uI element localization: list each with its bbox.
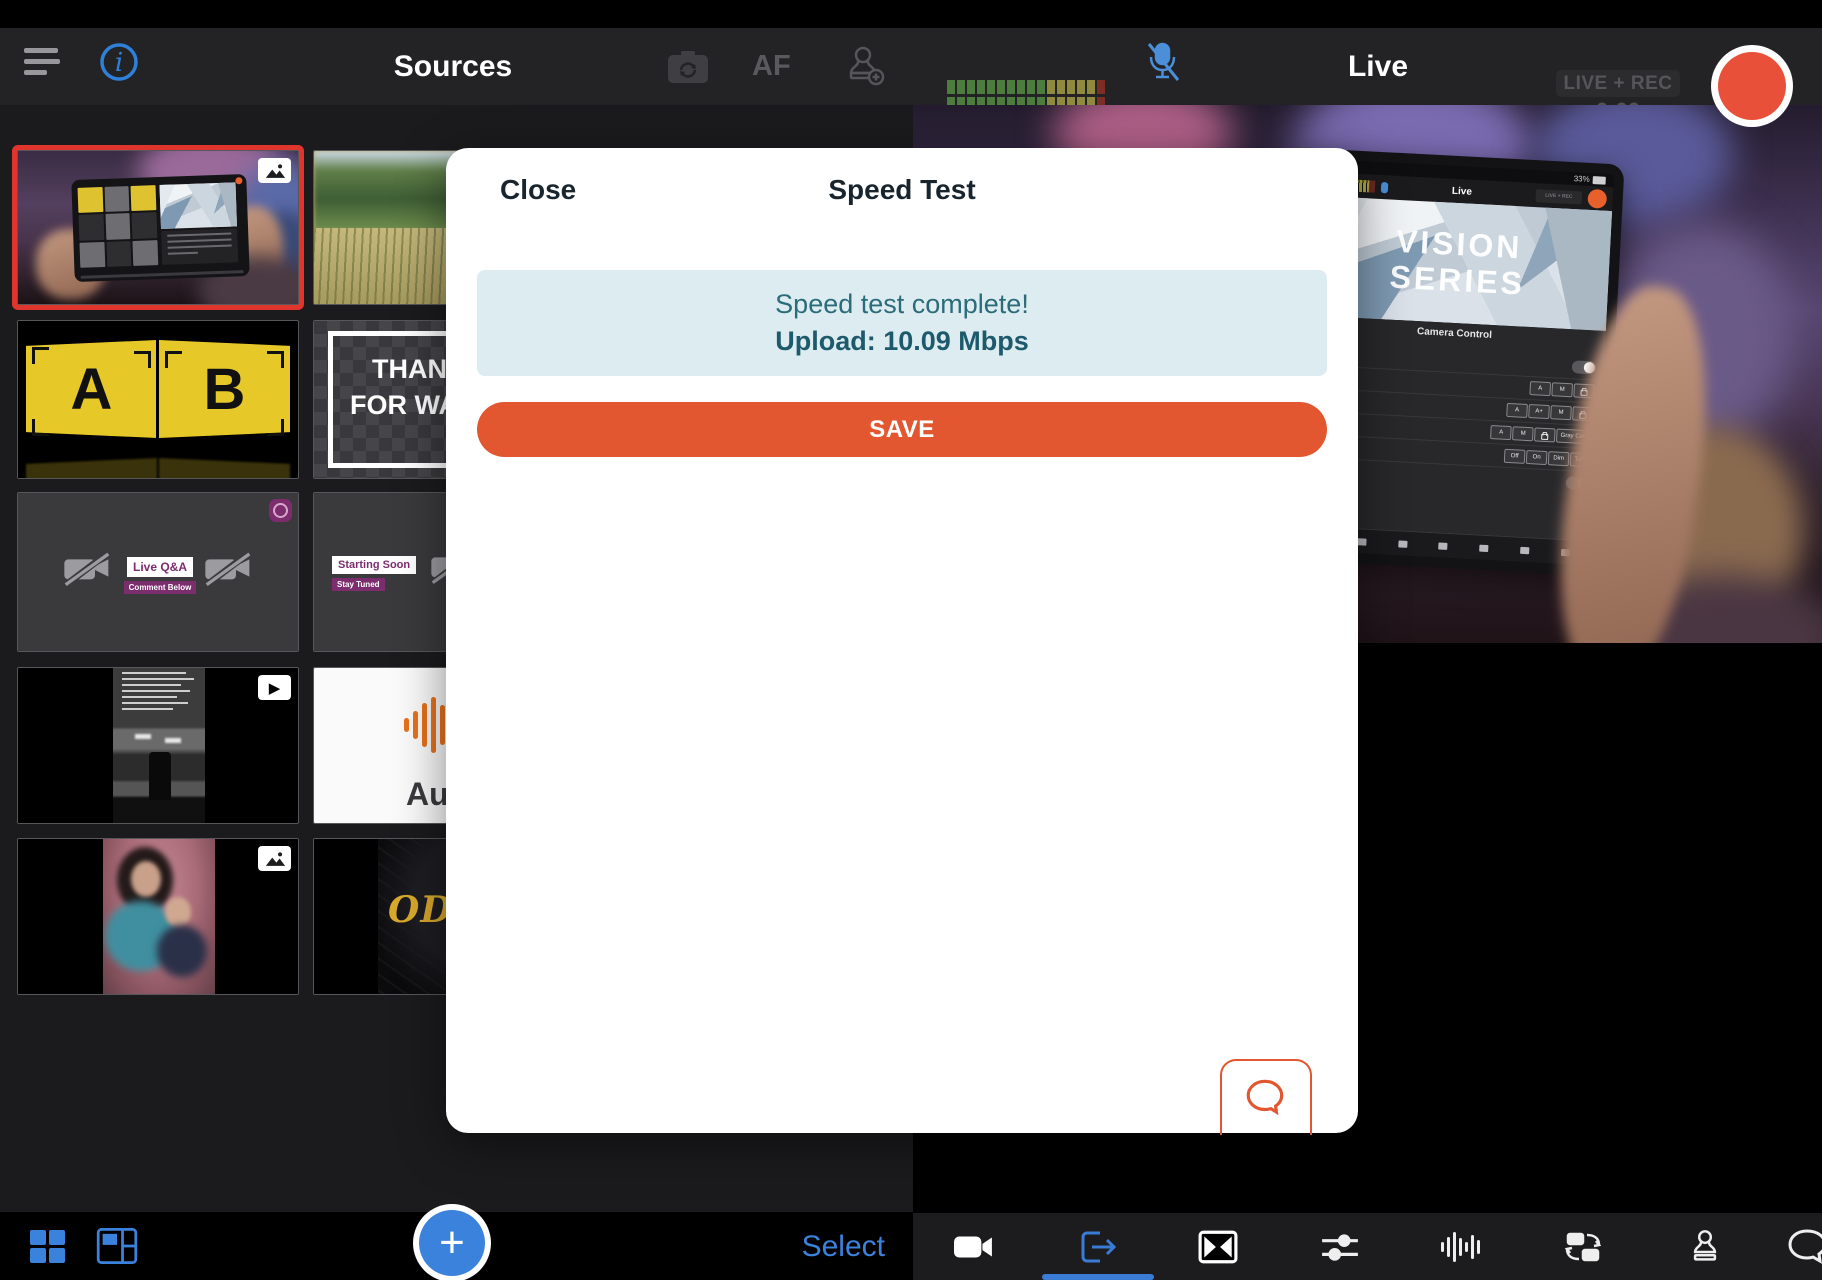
live-rec-badge: LIVE + REC: [1556, 70, 1680, 97]
tablet-scene-art: [18, 151, 298, 304]
starting-subtitle: Stay Tuned: [332, 578, 385, 591]
app-screen: i Sources AF Live LIVE + REC 0:00: [0, 0, 1822, 1280]
sync-badge-icon: [269, 499, 292, 522]
output-tab-icon[interactable]: [1058, 1213, 1138, 1280]
vision-line2: SERIES: [1388, 258, 1526, 302]
sources-title: Sources: [393, 49, 513, 83]
play-badge-icon: ▶: [258, 675, 291, 700]
cc-button[interactable]: A+: [1528, 404, 1550, 420]
tablet-record-dot: [1587, 188, 1608, 209]
cc-button[interactable]: On: [1525, 449, 1548, 466]
result-line1: Speed test complete!: [775, 289, 1029, 319]
transition-tab-icon[interactable]: [1178, 1213, 1258, 1280]
info-icon[interactable]: i: [98, 41, 140, 88]
cc-button[interactable]: A: [1506, 402, 1528, 418]
audio-tab-icon[interactable]: [1420, 1213, 1500, 1280]
add-source-button[interactable]: +: [413, 1204, 491, 1280]
comments-tab-icon[interactable]: [1779, 1213, 1822, 1280]
output-toolbar: [913, 1213, 1822, 1280]
camera-off-icon: [62, 550, 111, 594]
source-thumb-tablet-scene[interactable]: [17, 150, 299, 305]
active-tab-indicator: [1042, 1274, 1154, 1280]
letter-b: B: [203, 356, 246, 422]
image-badge-icon: [258, 158, 291, 183]
adjustments-tab-icon[interactable]: [1300, 1213, 1380, 1280]
camera-tab-icon[interactable]: [934, 1213, 1014, 1280]
speed-test-modal: Close Speed Test Speed test complete! Up…: [446, 148, 1358, 1135]
tablet-battery-icon: [1592, 175, 1606, 185]
portrait-art: [18, 839, 298, 994]
record-button[interactable]: [1711, 45, 1793, 127]
bw-art: [18, 668, 298, 823]
source-thumb-ab[interactable]: A B: [17, 320, 299, 479]
cc-button[interactable]: A: [1490, 425, 1513, 441]
stamp-tab-icon[interactable]: [1665, 1213, 1745, 1280]
live-title: Live: [1347, 49, 1409, 83]
chat-bubble-button[interactable]: [1220, 1059, 1312, 1135]
tablet-battery-label: 33%: [1573, 174, 1590, 184]
source-thumb-live-qa[interactable]: Live Q&A Comment Below: [17, 492, 299, 652]
tablet-live-badge: LIVE + REC: [1535, 188, 1583, 205]
tablet-live-label: Live: [1451, 185, 1473, 198]
cc-button[interactable]: M: [1550, 405, 1572, 421]
cc-button[interactable]: Off: [1503, 448, 1526, 464]
source-thumb-bw-video[interactable]: ▶: [17, 667, 299, 824]
letter-a: A: [70, 356, 113, 422]
stamp-add-icon[interactable]: [842, 44, 888, 95]
mic-muted-icon[interactable]: [1143, 41, 1183, 90]
grid-view-icon[interactable]: [28, 1228, 68, 1269]
result-line2: Upload: 10.09 Mbps: [775, 326, 1029, 356]
cc-button[interactable]: A: [1529, 381, 1552, 397]
switch-camera-tab-icon[interactable]: [1543, 1213, 1623, 1280]
qa-subtitle: Comment Below: [123, 581, 197, 594]
camera-off-icon: [203, 550, 252, 594]
source-thumb-portrait[interactable]: [17, 838, 299, 995]
multiview-layout-icon[interactable]: [96, 1227, 138, 1270]
ab-art: A B: [18, 321, 298, 478]
svg-text:i: i: [115, 48, 123, 78]
image-badge-icon: [258, 846, 291, 871]
save-button[interactable]: SAVE: [477, 402, 1327, 457]
cc-button[interactable]: M: [1551, 382, 1574, 398]
chat-bubble-icon: [1246, 1079, 1284, 1116]
modal-title: Speed Test: [828, 174, 976, 205]
speed-test-result: Speed test complete! Upload: 10.09 Mbps: [477, 270, 1327, 376]
tablet-mic-icon: [1380, 181, 1389, 193]
camera-flip-icon[interactable]: [666, 48, 710, 91]
qa-art: Live Q&A Comment Below: [18, 493, 298, 651]
cc-lock-button[interactable]: [1534, 427, 1556, 443]
starting-title: Starting Soon: [332, 556, 417, 574]
record-button-dot: [1718, 52, 1786, 120]
select-button[interactable]: Select: [802, 1230, 885, 1264]
autofocus-button[interactable]: AF: [752, 50, 791, 83]
cc-button[interactable]: M: [1512, 426, 1535, 442]
menu-icon[interactable]: [24, 48, 60, 81]
cc-button[interactable]: Dim: [1547, 451, 1570, 467]
mini-tablet: [71, 173, 250, 283]
qa-title: Live Q&A: [126, 557, 193, 577]
top-bar: i Sources AF Live LIVE + REC 0:00: [0, 28, 1822, 123]
